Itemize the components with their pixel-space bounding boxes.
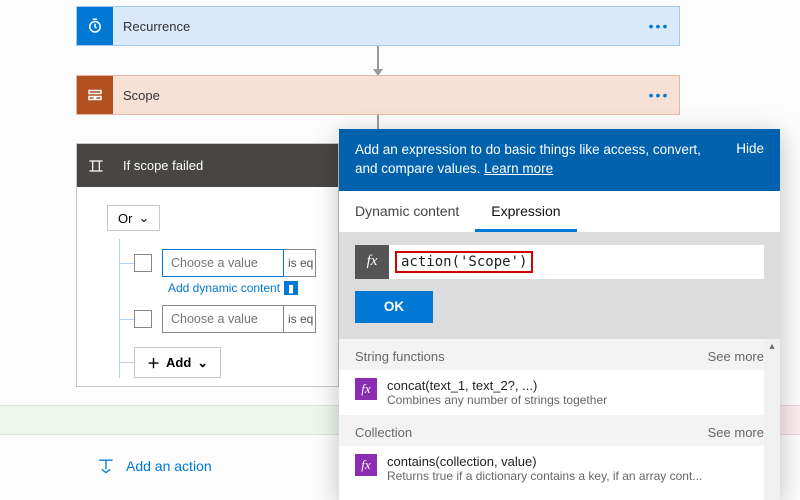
- clock-icon: [77, 7, 113, 45]
- expression-value: action('Scope'): [395, 251, 533, 273]
- panel-header: Add an expression to do basic things lik…: [339, 129, 780, 191]
- see-more-link[interactable]: See more: [708, 425, 764, 440]
- see-more-link[interactable]: See more: [708, 349, 764, 364]
- add-dynamic-content-link[interactable]: Add dynamic content ▮: [120, 277, 338, 295]
- chevron-down-icon: ⌄: [138, 210, 149, 226]
- function-item-concat[interactable]: fx concat(text_1, text_2?, ...) Combines…: [339, 370, 780, 415]
- recurrence-menu-button[interactable]: •••: [639, 18, 679, 34]
- ok-button[interactable]: OK: [355, 291, 433, 323]
- chevron-down-icon: ⌄: [197, 355, 208, 371]
- tab-dynamic-content[interactable]: Dynamic content: [339, 191, 475, 232]
- logic-operator-label: Or: [118, 211, 132, 226]
- condition-row: is eq: [120, 239, 338, 277]
- condition-row: is eq: [120, 295, 338, 333]
- scope-title: Scope: [113, 88, 639, 103]
- function-item-contains[interactable]: fx contains(collection, value) Returns t…: [339, 446, 780, 491]
- recurrence-card[interactable]: Recurrence •••: [76, 6, 680, 46]
- expression-panel: Add an expression to do basic things lik…: [339, 129, 780, 500]
- panel-tabs: Dynamic content Expression: [339, 191, 780, 233]
- scrollbar[interactable]: ▴: [764, 339, 780, 500]
- add-action-icon: [96, 456, 116, 476]
- condition-icon: [77, 144, 115, 187]
- panel-message: Add an expression to do basic things lik…: [355, 141, 724, 179]
- connector-arrow: [377, 46, 379, 75]
- add-action-link[interactable]: Add an action: [96, 456, 212, 476]
- condition-card: If scope failed Or ⌄ is eq Add dynamic c…: [76, 143, 339, 387]
- scroll-up-icon[interactable]: ▴: [764, 339, 780, 355]
- scope-menu-button[interactable]: •••: [639, 87, 679, 103]
- operator-dropdown[interactable]: is eq: [284, 249, 316, 277]
- group-header-collection: Collection See more: [339, 415, 780, 446]
- value-input-1[interactable]: [162, 249, 284, 277]
- row-checkbox[interactable]: [134, 254, 152, 272]
- logic-operator-dropdown[interactable]: Or ⌄: [107, 205, 160, 231]
- recurrence-title: Recurrence: [113, 19, 639, 34]
- hide-button[interactable]: Hide: [736, 141, 764, 156]
- learn-more-link[interactable]: Learn more: [484, 161, 553, 176]
- plus-icon: ＋: [147, 353, 160, 372]
- add-condition-button[interactable]: ＋ Add ⌄: [134, 347, 221, 378]
- tab-expression[interactable]: Expression: [475, 191, 576, 232]
- condition-title: If scope failed: [115, 158, 338, 173]
- operator-dropdown[interactable]: is eq: [284, 305, 316, 333]
- row-checkbox[interactable]: [134, 310, 152, 328]
- fx-icon: fx: [355, 245, 389, 279]
- condition-header[interactable]: If scope failed: [77, 144, 338, 187]
- scope-icon: [77, 76, 113, 114]
- fx-icon: fx: [355, 378, 377, 400]
- function-list: String functions See more fx concat(text…: [339, 339, 780, 500]
- dynamic-badge-icon: ▮: [284, 281, 298, 295]
- fx-icon: fx: [355, 454, 377, 476]
- value-input-2[interactable]: [162, 305, 284, 333]
- expression-editor-area: fx action('Scope') OK: [339, 233, 780, 339]
- scope-card[interactable]: Scope •••: [76, 75, 680, 115]
- group-header-string: String functions See more: [339, 339, 780, 370]
- expression-input[interactable]: action('Scope'): [389, 245, 764, 279]
